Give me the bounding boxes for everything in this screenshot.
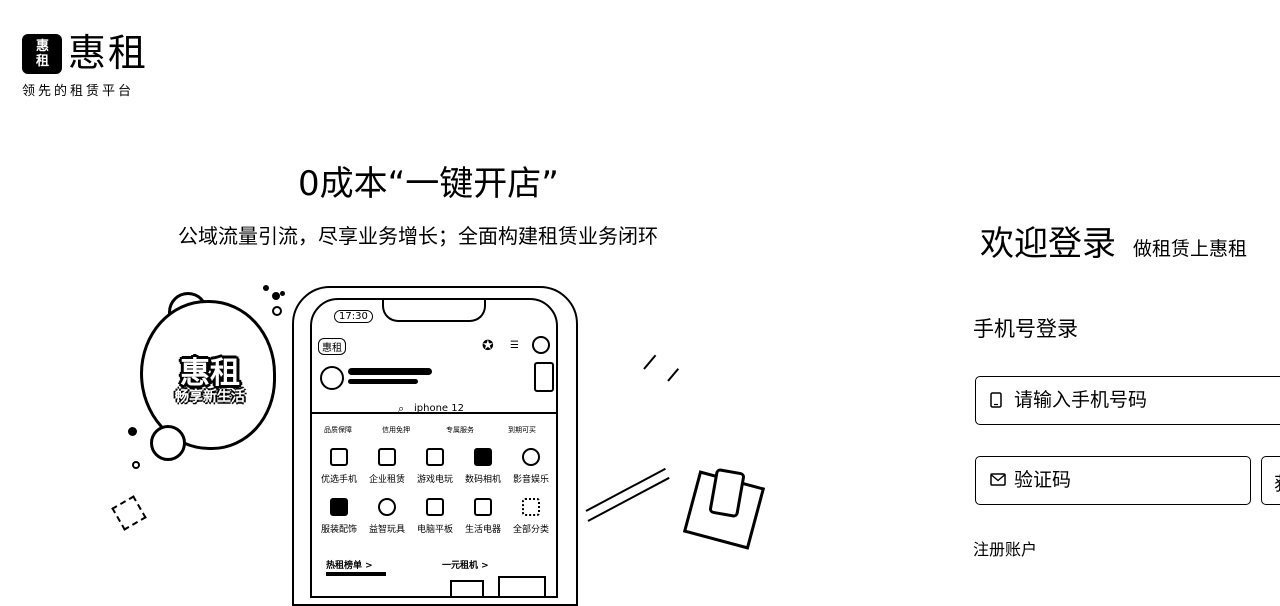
perk-1: 品质保障 <box>324 426 352 434</box>
decor-dot <box>280 291 285 296</box>
search-icon: ⌕ <box>398 402 405 415</box>
product-thumb <box>450 580 484 596</box>
logo-icon[interactable]: 惠 租 <box>22 34 62 74</box>
phone-search-text: iphone 12 <box>414 403 464 414</box>
promo-title: 0成本“一键开店” <box>298 164 559 204</box>
login-title: 欢迎登录 <box>980 224 1116 264</box>
scan-icon <box>534 362 554 392</box>
product-thumb <box>498 576 546 596</box>
category-item: 影音娱乐 <box>508 448 554 485</box>
decor-shape <box>111 495 147 531</box>
get-code-button[interactable]: 获 <box>1261 456 1280 505</box>
phone-icon <box>990 392 1002 412</box>
verification-code-input[interactable] <box>1014 469 1254 491</box>
category-item: 游戏电玩 <box>412 448 458 485</box>
avatar <box>320 366 344 390</box>
decor-stroke <box>587 476 670 522</box>
phone-number-field[interactable] <box>975 376 1280 425</box>
decor-stroke <box>667 368 680 382</box>
bubble-tail-decoration <box>150 425 186 461</box>
login-slogan: 做租赁上惠租 <box>1133 238 1248 260</box>
menu-icon: ☰ <box>510 340 519 351</box>
perk-4: 到期可买 <box>508 426 536 434</box>
phone-app-brand: 惠租 <box>318 338 346 355</box>
brand-name[interactable]: 惠租 <box>68 31 148 75</box>
phone-number-input[interactable] <box>1014 389 1254 411</box>
category-item: 全部分类 <box>508 498 554 535</box>
section-one-yuan: 一元租机 > <box>442 561 489 571</box>
logo-text-top: 惠 <box>35 39 49 54</box>
category-item: 服装配饰 <box>316 498 362 535</box>
get-code-button-label: 获 <box>1274 469 1280 496</box>
star-icon: ✪ <box>482 338 494 354</box>
decor-dot <box>272 292 280 300</box>
section-hot-list: 热租榜单 > <box>326 561 373 571</box>
perk-2: 信用免押 <box>382 426 410 434</box>
mail-icon <box>990 472 1006 491</box>
verification-code-field[interactable] <box>975 456 1254 505</box>
promo-subtitle: 公域流量引流，尽享业务增长；全面构建租赁业务闭环 <box>178 224 658 248</box>
placeholder-bar <box>348 368 432 375</box>
category-item: 数码相机 <box>460 448 506 485</box>
decor-dot <box>263 285 269 291</box>
brand-tagline: 领先的租赁平台 <box>22 84 135 99</box>
category-item: 企业租赁 <box>364 448 410 485</box>
category-item: 电脑平板 <box>412 498 458 535</box>
logo-text-bottom: 租 <box>35 54 49 69</box>
placeholder-bar <box>348 379 418 384</box>
login-method-tab[interactable]: 手机号登录 <box>973 315 1078 343</box>
decor-ring <box>272 306 282 316</box>
decor-stroke <box>643 354 657 370</box>
category-item: 益智玩具 <box>364 498 410 535</box>
phone-screen: 17:30 惠租 ✪ ☰ ⌕ iphone 12 品质保障 信用免押 专属服务 … <box>310 298 558 598</box>
mascot-subtitle: 畅享新生活 <box>175 389 245 405</box>
register-link[interactable]: 注册账户 <box>973 539 1037 561</box>
phone-status-time: 17:30 <box>334 310 373 323</box>
decor-ring <box>132 461 140 469</box>
placeholder-bar <box>326 572 386 576</box>
phone-search-bar: ⌕ iphone 12 <box>342 400 530 418</box>
category-item: 优选手机 <box>316 448 362 485</box>
category-item: 生活电器 <box>460 498 506 535</box>
decor-stroke <box>585 467 666 512</box>
decor-dot <box>128 427 137 436</box>
perk-3: 专属服务 <box>446 426 474 434</box>
bell-icon <box>532 336 550 354</box>
